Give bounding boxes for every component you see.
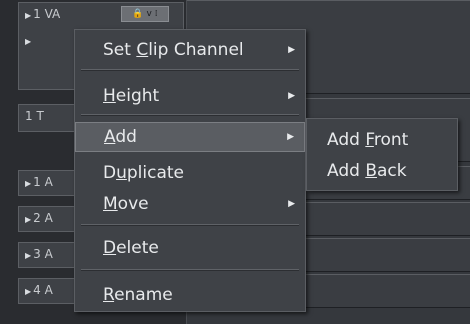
submenu-arrow-icon: ▶ (288, 45, 295, 55)
bars-icon[interactable]: ⁞ (155, 9, 158, 19)
menu-item-duplicate[interactable]: Duplicate (75, 160, 305, 186)
track-name: ▶ 2 A (25, 211, 53, 225)
submenu-arrow-icon: ▶ (287, 132, 294, 142)
menu-separator (81, 224, 299, 226)
menu-separator (81, 269, 299, 271)
lock-icon[interactable]: 🔒 (132, 9, 143, 19)
expand-triangle-icon[interactable]: ▶ (25, 251, 31, 260)
menu-item-add-front[interactable]: Add Front (307, 127, 457, 153)
menu-item-height[interactable]: Height ▶ (75, 83, 305, 109)
expand-triangle-icon[interactable]: ▶ (25, 179, 31, 188)
menu-item-add[interactable]: Add ▶ (75, 122, 305, 152)
track-name: ▶ 1 A (25, 175, 53, 189)
expand-triangle-icon[interactable]: ▶ (25, 11, 31, 20)
track-name: ▶ 1 VA (25, 7, 61, 21)
menu-item-move[interactable]: Move ▶ (75, 191, 305, 217)
menu-item-add-back[interactable]: Add Back (307, 158, 457, 184)
menu-item-rename[interactable]: Rename (75, 282, 305, 308)
mode-icon[interactable]: v (147, 9, 152, 19)
expand-triangle-icon[interactable]: ▶ (25, 215, 31, 224)
submenu-arrow-icon: ▶ (288, 91, 295, 101)
menu-separator (81, 114, 299, 116)
track-context-menu: Set Clip Channel ▶ Height ▶ Add ▶ Duplic… (74, 29, 306, 312)
expand-triangle-icon[interactable]: ▶ (25, 287, 31, 296)
track-name: 1 T (25, 109, 44, 123)
track-name: ▶ 4 A (25, 283, 53, 297)
expand-arrow-icon[interactable]: ▶ (25, 37, 31, 46)
menu-separator (81, 69, 299, 71)
menu-item-set-clip-channel[interactable]: Set Clip Channel ▶ (75, 37, 305, 63)
track-lock-controls[interactable]: 🔒 v ⁞ (121, 6, 169, 22)
menu-item-delete[interactable]: Delete (75, 235, 305, 261)
track-name: ▶ 3 A (25, 247, 53, 261)
add-submenu: Add Front Add Back (306, 118, 458, 191)
submenu-arrow-icon: ▶ (288, 199, 295, 209)
